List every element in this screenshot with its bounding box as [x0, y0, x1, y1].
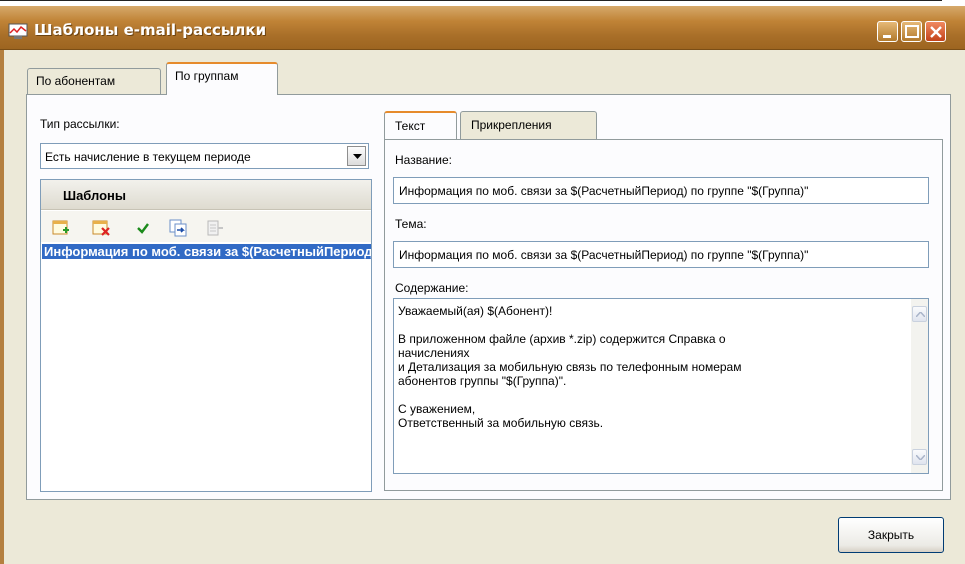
- mailing-type-select[interactable]: Есть начисление в текущем периоде: [40, 143, 369, 169]
- template-list-item-label: Информация по моб. связи за $(РасчетныйП…: [42, 244, 371, 259]
- chevron-down-icon: [916, 455, 925, 460]
- check-icon[interactable]: [134, 219, 152, 237]
- close-window-button[interactable]: [925, 21, 946, 42]
- tab-attachments-label: Прикрепления: [471, 118, 552, 132]
- subject-field-value: Информация по моб. связи за $(РасчетныйП…: [399, 248, 809, 262]
- tab-by-subscribers-label: По абонентам: [36, 74, 116, 88]
- mailing-type-value: Есть начисление в текущем периоде: [45, 150, 251, 164]
- chevron-up-icon: [916, 312, 925, 317]
- app-icon: [8, 23, 28, 40]
- disabled-action-icon: [206, 219, 224, 237]
- content-line: Уважаемый(ая) $(Абонент)!: [398, 304, 553, 318]
- title-bar[interactable]: Шаблоны e-mail-рассылки: [0, 6, 965, 50]
- maximize-button[interactable]: [901, 21, 922, 42]
- add-template-icon[interactable]: [52, 219, 70, 237]
- scroll-down-button[interactable]: [912, 449, 927, 465]
- close-button[interactable]: Закрыть: [838, 517, 944, 553]
- delete-template-icon[interactable]: [92, 219, 110, 237]
- content-line: [398, 318, 898, 332]
- name-label: Название:: [395, 153, 452, 167]
- content-line: С уважением,: [398, 402, 476, 416]
- template-list-item[interactable]: Информация по моб. связи за $(РасчетныйП…: [41, 242, 371, 262]
- tab-text[interactable]: Текст: [384, 111, 457, 139]
- close-button-label: Закрыть: [867, 528, 915, 542]
- name-field-value: Информация по моб. связи за $(РасчетныйП…: [399, 184, 809, 198]
- content-text: Уважаемый(ая) $(Абонент)! В приложенном …: [398, 304, 898, 430]
- content-line: В приложенном файле (архив *.zip) содерж…: [398, 332, 726, 346]
- content-textarea[interactable]: Уважаемый(ая) $(Абонент)! В приложенном …: [393, 298, 929, 474]
- subject-field[interactable]: Информация по моб. связи за $(РасчетныйП…: [393, 241, 929, 268]
- content-line: [398, 388, 898, 402]
- minimize-button[interactable]: [877, 21, 898, 42]
- mailing-type-label: Тип рассылки:: [40, 117, 120, 131]
- window-left-border: [0, 50, 4, 564]
- content-label: Содержание:: [395, 281, 469, 295]
- tab-text-label: Текст: [395, 119, 426, 133]
- window-title: Шаблоны e-mail-рассылки: [34, 21, 267, 39]
- content-line: и Детализация за мобильную связь по теле…: [398, 360, 742, 374]
- copy-template-icon[interactable]: [169, 219, 187, 237]
- templates-toolbar: [41, 211, 371, 245]
- top-divider-line: [0, 0, 942, 1]
- content-scrollbar[interactable]: [911, 299, 928, 473]
- tab-by-groups-label: По группам: [175, 69, 239, 83]
- mailing-type-dropdown-button[interactable]: [347, 146, 366, 166]
- chevron-down-icon: [353, 154, 362, 159]
- templates-header: Шаблоны: [41, 180, 371, 210]
- scroll-up-button[interactable]: [912, 306, 927, 322]
- subject-label: Тема:: [395, 217, 427, 231]
- tab-attachments[interactable]: Прикрепления: [460, 111, 597, 139]
- content-line: начислениях: [398, 346, 470, 360]
- tab-by-groups[interactable]: По группам: [166, 62, 278, 95]
- content-line: абонентов группы "$(Группа)".: [398, 374, 567, 388]
- content-line: Ответственный за мобильную связь.: [398, 416, 604, 430]
- templates-panel: Шаблоны Информация по моб. связи за $(Ра…: [40, 179, 372, 492]
- tab-by-subscribers[interactable]: По абонентам: [27, 68, 161, 94]
- name-field[interactable]: Информация по моб. связи за $(РасчетныйП…: [393, 177, 929, 204]
- templates-title: Шаблоны: [63, 188, 126, 203]
